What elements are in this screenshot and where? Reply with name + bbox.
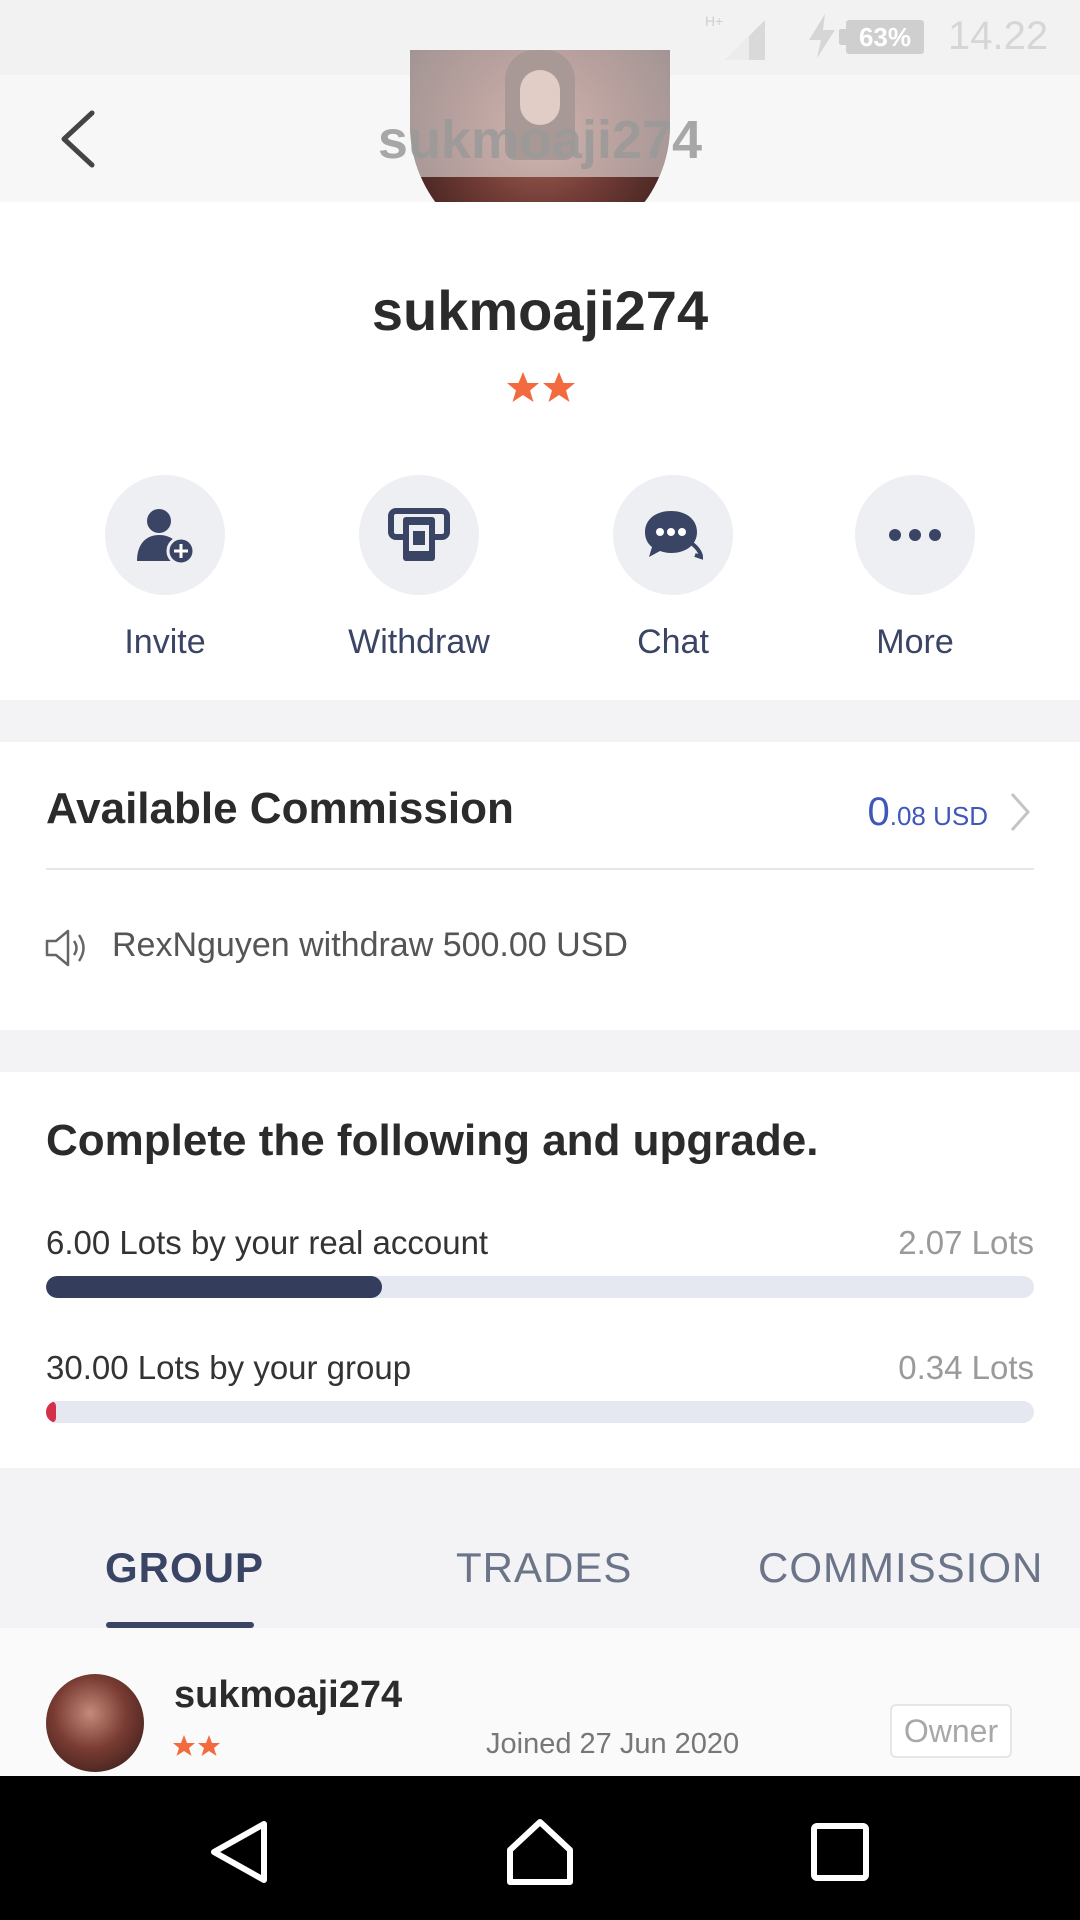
charging-icon: [809, 14, 835, 58]
list-item[interactable]: sukmoaji274 Joined 27 Jun 2020 Owner: [0, 1628, 1080, 1776]
tab-trades[interactable]: TRADES: [456, 1544, 632, 1592]
invite-button[interactable]: Invite: [65, 475, 265, 675]
clock: 14.22: [948, 14, 1049, 58]
divider: [46, 868, 1034, 870]
profile-section: sukmoaji274 Invite Withdraw Chat More: [0, 202, 1080, 700]
back-triangle-icon[interactable]: [204, 1816, 276, 1888]
action-row: Invite Withdraw Chat More: [0, 475, 1080, 675]
chat-icon: [645, 511, 704, 560]
progress-fill: [46, 1401, 56, 1423]
withdraw-notice: RexNguyen withdraw 500.00 USD: [112, 926, 628, 964]
member-joined-date: Joined 27 Jun 2020: [486, 1728, 740, 1760]
requirement-label: 30.00 Lots by your group: [46, 1349, 412, 1386]
home-icon[interactable]: [504, 1816, 576, 1888]
upgrade-card: Complete the following and upgrade. 6.00…: [0, 1072, 1080, 1468]
progress-fill: [46, 1276, 382, 1298]
chevron-right-icon[interactable]: [1006, 790, 1034, 834]
profile-name: sukmoaji274: [371, 279, 709, 342]
commission-value[interactable]: 0.08 USD: [867, 790, 988, 835]
commission-card: Available Commission 0.08 USD RexNguyen …: [0, 742, 1080, 1030]
withdraw-label: Withdraw: [348, 623, 490, 661]
tab-bar: GROUP TRADES COMMISSION: [0, 1468, 1080, 1628]
commission-value-dec: .08 USD: [889, 801, 988, 831]
chat-button[interactable]: Chat: [573, 475, 773, 675]
commission-title: Available Commission: [46, 784, 514, 833]
rating-stars-icon: [507, 372, 575, 402]
commission-value-int: 0: [867, 790, 890, 834]
add-user-icon: [137, 509, 196, 566]
progress-bar: [46, 1401, 1034, 1423]
withdraw-button[interactable]: Withdraw: [319, 475, 519, 675]
system-nav-bar: [0, 1776, 1080, 1920]
header: sukmoaji274: [0, 50, 1080, 255]
battery-level: 63%: [839, 20, 924, 54]
avatar: [46, 1674, 144, 1772]
tab-group[interactable]: GROUP: [105, 1544, 264, 1592]
upgrade-title: Complete the following and upgrade.: [46, 1116, 819, 1165]
chat-label: Chat: [637, 623, 709, 661]
progress-bar: [46, 1276, 1034, 1298]
requirement-value: 0.34 Lots: [898, 1349, 1034, 1386]
more-button[interactable]: More: [815, 475, 1015, 675]
withdraw-icon: [388, 508, 450, 561]
member-name: sukmoaji274: [174, 1674, 403, 1716]
signal-icon: H+: [705, 13, 765, 60]
header-title: sukmoaji274: [377, 110, 703, 170]
invite-label: Invite: [124, 623, 206, 661]
more-icon: [889, 529, 941, 541]
role-badge: Owner: [890, 1704, 1012, 1758]
requirement-value: 2.07 Lots: [898, 1224, 1034, 1261]
network-type: H+: [705, 13, 723, 29]
speaker-icon: [45, 929, 85, 967]
rating-stars-icon: [173, 1735, 220, 1756]
requirement-label: 6.00 Lots by your real account: [46, 1224, 489, 1261]
recents-icon[interactable]: [804, 1816, 876, 1888]
more-label: More: [876, 623, 954, 661]
tab-commission[interactable]: COMMISSION: [758, 1544, 1043, 1592]
